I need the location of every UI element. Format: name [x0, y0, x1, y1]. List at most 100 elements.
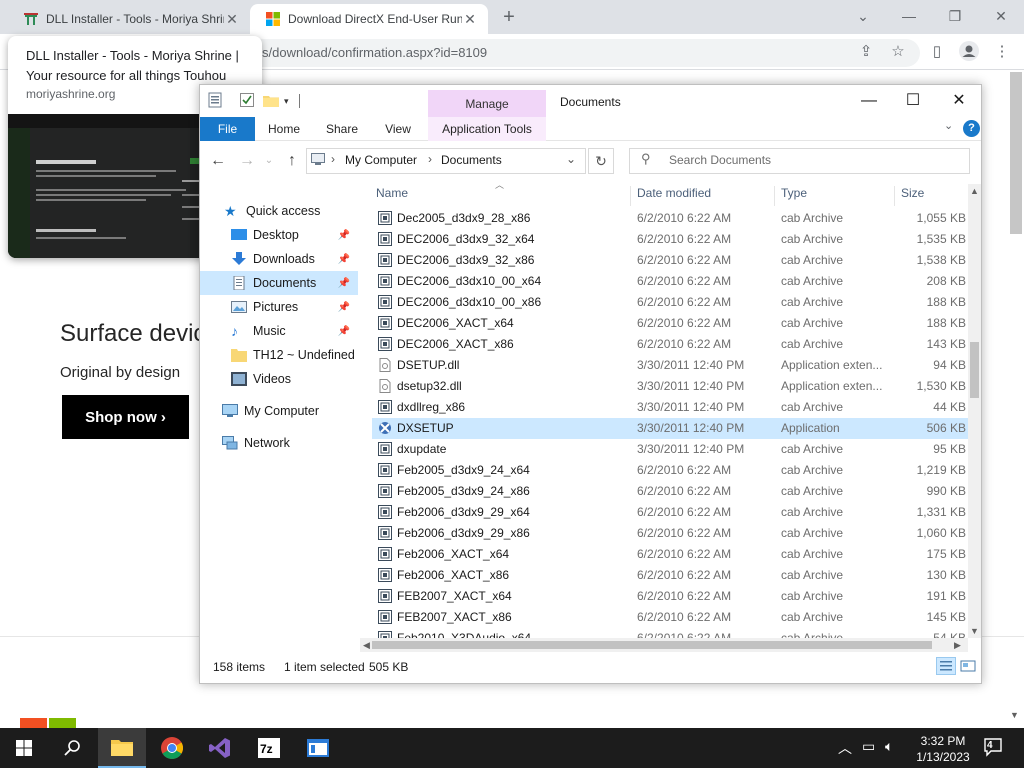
search-taskbar-button[interactable]	[48, 728, 96, 768]
nav-network[interactable]: Network	[200, 431, 358, 455]
back-arrow-icon[interactable]: ←	[207, 150, 229, 172]
column-header-date-modified[interactable]: Date modified	[637, 186, 711, 200]
file-row[interactable]: Feb2006_XACT_x86 6/2/2010 6:22 AM cab Arch…	[372, 565, 968, 586]
shop-now-button[interactable]: Shop now ›	[62, 395, 189, 439]
nav-pictures[interactable]: Pictures 📌	[200, 295, 358, 319]
customize-quick-access-chevron-icon[interactable]: ▾	[284, 96, 289, 107]
page-scroll-down-arrow-icon[interactable]: ▼	[1010, 710, 1019, 720]
vertical-scroll-thumb[interactable]	[970, 342, 979, 398]
pin-icon[interactable]: 📌	[338, 230, 350, 241]
column-divider[interactable]	[894, 186, 895, 206]
file-row[interactable]: FEB2007_XACT_x86 6/2/2010 6:22 AM cab Arch…	[372, 607, 968, 628]
taskbar-clock[interactable]: 3:32 PM 1/13/2023	[898, 733, 988, 765]
bookmark-star-icon[interactable]: ☆	[887, 41, 909, 63]
show-hidden-icons-chevron-icon[interactable]: ︿	[838, 738, 852, 758]
scroll-down-arrow-icon[interactable]: ▼	[970, 626, 979, 636]
browser-close-button[interactable]: ✕	[978, 4, 1024, 28]
pin-icon[interactable]: 📌	[338, 278, 350, 289]
ribbon-tab-application-tools[interactable]: Application Tools	[428, 117, 546, 141]
share-icon[interactable]: ⇪	[855, 41, 877, 63]
file-row[interactable]: DEC2006_XACT_x86 6/2/2010 6:22 AM cab Arch…	[372, 334, 968, 355]
7zip-taskbar-button[interactable]: 7z	[245, 728, 293, 768]
scroll-up-arrow-icon[interactable]: ▲	[970, 186, 979, 196]
horizontal-scroll-thumb[interactable]	[372, 641, 932, 649]
file-row[interactable]: Feb2005_d3dx9_24_x64 6/2/2010 6:22 AM cab …	[372, 460, 968, 481]
close-tab-icon[interactable]: ✕	[462, 11, 478, 28]
nav-music[interactable]: ♪ Music 📌	[200, 319, 358, 343]
up-arrow-icon[interactable]: ↑	[281, 150, 303, 172]
nav-th12-folder[interactable]: TH12 ~ Undefined Fantastic Object	[200, 343, 358, 367]
column-divider[interactable]	[630, 186, 631, 206]
nav-my-computer[interactable]: My Computer	[200, 399, 358, 423]
help-icon[interactable]: ?	[963, 120, 980, 137]
volume-icon[interactable]: 🔈︎	[885, 738, 893, 755]
nav-quick-access[interactable]: ★ Quick access	[200, 199, 358, 223]
file-row[interactable]: Feb2006_XACT_x64 6/2/2010 6:22 AM cab Arch…	[372, 544, 968, 565]
explorer-minimize-button[interactable]: —	[847, 88, 891, 114]
explorer-close-button[interactable]: ✕	[937, 88, 981, 114]
details-view-icon[interactable]	[936, 657, 956, 675]
refresh-icon[interactable]: ↻	[588, 148, 614, 174]
pin-icon[interactable]: 📌	[338, 302, 350, 313]
expand-ribbon-chevron-icon[interactable]: ⌄	[944, 119, 953, 132]
browser-restore-button[interactable]: ❐	[932, 4, 978, 28]
nav-desktop[interactable]: Desktop 📌	[200, 223, 358, 247]
column-header-type[interactable]: Type	[781, 186, 807, 200]
browser-tab-dll-installer[interactable]: DLL Installer - Tools - Moriya Shrine ✕	[8, 4, 250, 34]
checkbox-quick-icon[interactable]	[240, 93, 254, 107]
properties-icon[interactable]	[208, 92, 222, 108]
file-row[interactable]: Dec2005_d3dx9_28_x86 6/2/2010 6:22 AM cab …	[372, 208, 968, 229]
recent-locations-chevron-icon[interactable]: ⌄	[258, 150, 280, 172]
file-row[interactable]: DEC2006_d3dx10_00_x86 6/2/2010 6:22 AM cab…	[372, 292, 968, 313]
new-folder-icon[interactable]	[263, 94, 279, 107]
scroll-right-arrow-icon[interactable]: ▶	[954, 640, 961, 651]
installer-taskbar-button[interactable]	[294, 728, 342, 768]
new-tab-button[interactable]: +	[498, 6, 520, 28]
column-header-size[interactable]: Size	[901, 186, 924, 200]
address-dropdown-chevron-icon[interactable]: ⌄	[566, 152, 576, 166]
file-row[interactable]: Feb2010_X3DAudio_x64 6/2/2010 6:22 AM cab …	[372, 628, 968, 638]
forward-arrow-icon[interactable]: →	[236, 150, 258, 172]
column-divider[interactable]	[774, 186, 775, 206]
breadcrumb-my-computer[interactable]: My Computer	[345, 153, 417, 167]
file-row[interactable]: Feb2006_d3dx9_29_x64 6/2/2010 6:22 AM cab …	[372, 502, 968, 523]
file-row[interactable]: Feb2006_d3dx9_29_x86 6/2/2010 6:22 AM cab …	[372, 523, 968, 544]
file-row[interactable]: DEC2006_d3dx9_32_x64 6/2/2010 6:22 AM cab …	[372, 229, 968, 250]
browser-tab-directx[interactable]: Download DirectX End-User Runtimes ✕	[250, 4, 488, 34]
vertical-scrollbar[interactable]	[968, 184, 981, 638]
pin-icon[interactable]: 📌	[338, 254, 350, 265]
file-explorer-taskbar-button[interactable]	[98, 728, 146, 768]
network-tray-icon[interactable]: ▭	[862, 738, 875, 755]
notifications-icon[interactable]: 4	[982, 737, 1004, 759]
manage-contextual-tab[interactable]: Manage	[428, 90, 546, 117]
ribbon-tab-view[interactable]: View	[376, 117, 420, 141]
explorer-maximize-button[interactable]: ☐	[891, 88, 935, 114]
side-panel-icon[interactable]: ▯	[926, 41, 948, 63]
file-row[interactable]: DEC2006_XACT_x64 6/2/2010 6:22 AM cab Arch…	[372, 313, 968, 334]
page-scroll-thumb[interactable]	[1010, 72, 1022, 234]
chrome-taskbar-button[interactable]	[148, 728, 196, 768]
column-header-name[interactable]: Name	[376, 186, 408, 200]
breadcrumb-documents[interactable]: Documents	[441, 153, 502, 167]
pin-icon[interactable]: 📌	[338, 326, 350, 337]
browser-menu-icon[interactable]: ⋮	[991, 41, 1013, 63]
file-row[interactable]: Feb2005_d3dx9_24_x86 6/2/2010 6:22 AM cab …	[372, 481, 968, 502]
ribbon-tab-share[interactable]: Share	[316, 117, 368, 141]
ribbon-tab-home[interactable]: Home	[260, 117, 308, 141]
tab-search-chevron-icon[interactable]: ⌄	[840, 4, 886, 28]
visual-studio-taskbar-button[interactable]	[196, 728, 244, 768]
file-row[interactable]: DSETUP.dll 3/30/2011 12:40 PM Application …	[372, 355, 968, 376]
scroll-left-arrow-icon[interactable]: ◀	[363, 640, 370, 651]
file-row[interactable]: dxdllreg_x86 3/30/2011 12:40 PM cab Archiv…	[372, 397, 968, 418]
nav-documents[interactable]: Documents 📌	[200, 271, 358, 295]
file-row[interactable]: dsetup32.dll 3/30/2011 12:40 PM Applicatio…	[372, 376, 968, 397]
large-icons-view-icon[interactable]	[958, 657, 978, 675]
file-row[interactable]: FEB2007_XACT_x64 6/2/2010 6:22 AM cab Arch…	[372, 586, 968, 607]
profile-avatar-icon[interactable]	[958, 41, 980, 63]
start-button[interactable]	[0, 728, 48, 768]
ribbon-tab-file[interactable]: File	[200, 117, 255, 141]
file-row[interactable]: DEC2006_d3dx9_32_x86 6/2/2010 6:22 AM cab …	[372, 250, 968, 271]
nav-videos[interactable]: Videos	[200, 367, 358, 391]
file-row[interactable]: DXSETUP 3/30/2011 12:40 PM Application 506 …	[372, 418, 968, 439]
file-row[interactable]: dxupdate 3/30/2011 12:40 PM cab Archive 95 …	[372, 439, 968, 460]
